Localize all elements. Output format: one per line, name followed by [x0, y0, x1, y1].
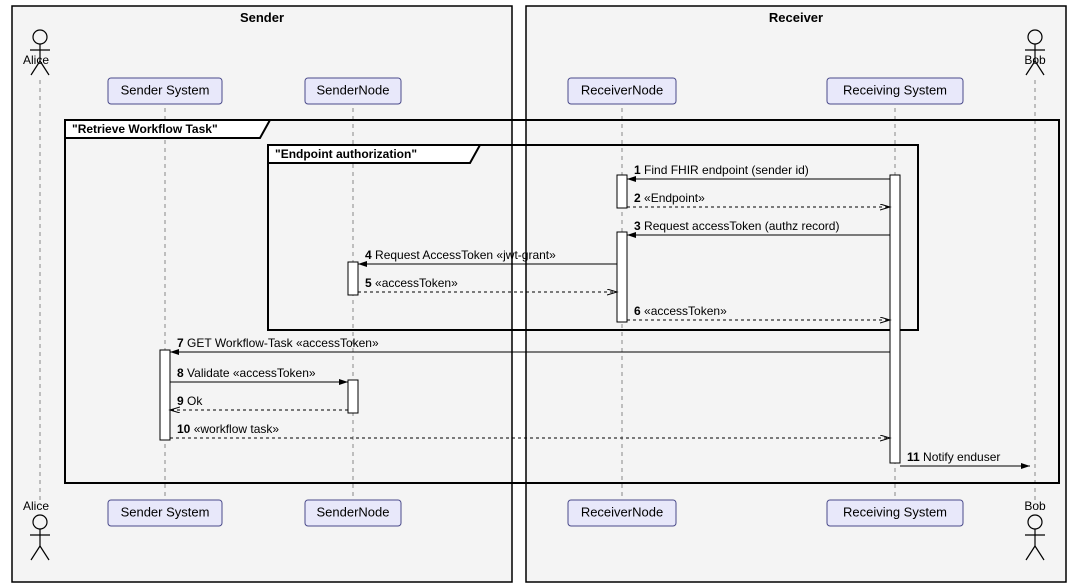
activation-sender-system: [160, 350, 170, 440]
msg-4-label: 4 Request AccessToken «jwt-grant»: [365, 248, 556, 262]
actor-bob-top-label: Bob: [1024, 53, 1046, 67]
msg-11-label: 11 Notify enduser: [907, 450, 1000, 464]
activation-receiving-system: [890, 175, 900, 463]
participant-sender-system-top-label: Sender System: [121, 82, 210, 97]
msg-2-label: 2 «Endpoint»: [634, 191, 705, 205]
activation-receiver-node-2: [617, 232, 627, 322]
frame-inner-title: "Endpoint authorization": [275, 147, 417, 161]
msg-8-label: 8 Validate «accessToken»: [177, 366, 316, 380]
participant-sender-node-top-label: SenderNode: [317, 82, 390, 97]
actor-alice-bottom-label: Alice: [23, 499, 49, 513]
sequence-diagram: Sender Receiver Alice Bob Sender System …: [0, 0, 1074, 588]
msg-7-label: 7 GET Workflow-Task «accessToken»: [177, 336, 379, 350]
msg-1-label: 1 Find FHIR endpoint (sender id): [634, 163, 809, 177]
frame-outer-title: "Retrieve Workflow Task": [72, 122, 218, 136]
activation-receiver-node-1: [617, 175, 627, 208]
group-receiver-label: Receiver: [769, 10, 823, 25]
activation-sender-node-2: [348, 380, 358, 413]
participant-sender-system-bottom-label: Sender System: [121, 504, 210, 519]
participant-receiving-system-bottom-label: Receiving System: [843, 504, 947, 519]
msg-3-label: 3 Request accessToken (authz record): [634, 219, 839, 233]
participant-receiver-node-top-label: ReceiverNode: [581, 82, 663, 97]
group-sender: [12, 6, 512, 582]
activation-sender-node-1: [348, 262, 358, 295]
msg-5-label: 5 «accessToken»: [365, 276, 458, 290]
participant-sender-node-bottom-label: SenderNode: [317, 504, 390, 519]
group-sender-label: Sender: [240, 10, 284, 25]
actor-bob-bottom-label: Bob: [1024, 499, 1046, 513]
msg-9-label: 9 Ok: [177, 394, 203, 408]
participant-receiving-system-top-label: Receiving System: [843, 82, 947, 97]
actor-alice-top-label: Alice: [23, 53, 49, 67]
msg-10-label: 10 «workflow task»: [177, 422, 279, 436]
msg-6-label: 6 «accessToken»: [634, 304, 727, 318]
participant-receiver-node-bottom-label: ReceiverNode: [581, 504, 663, 519]
